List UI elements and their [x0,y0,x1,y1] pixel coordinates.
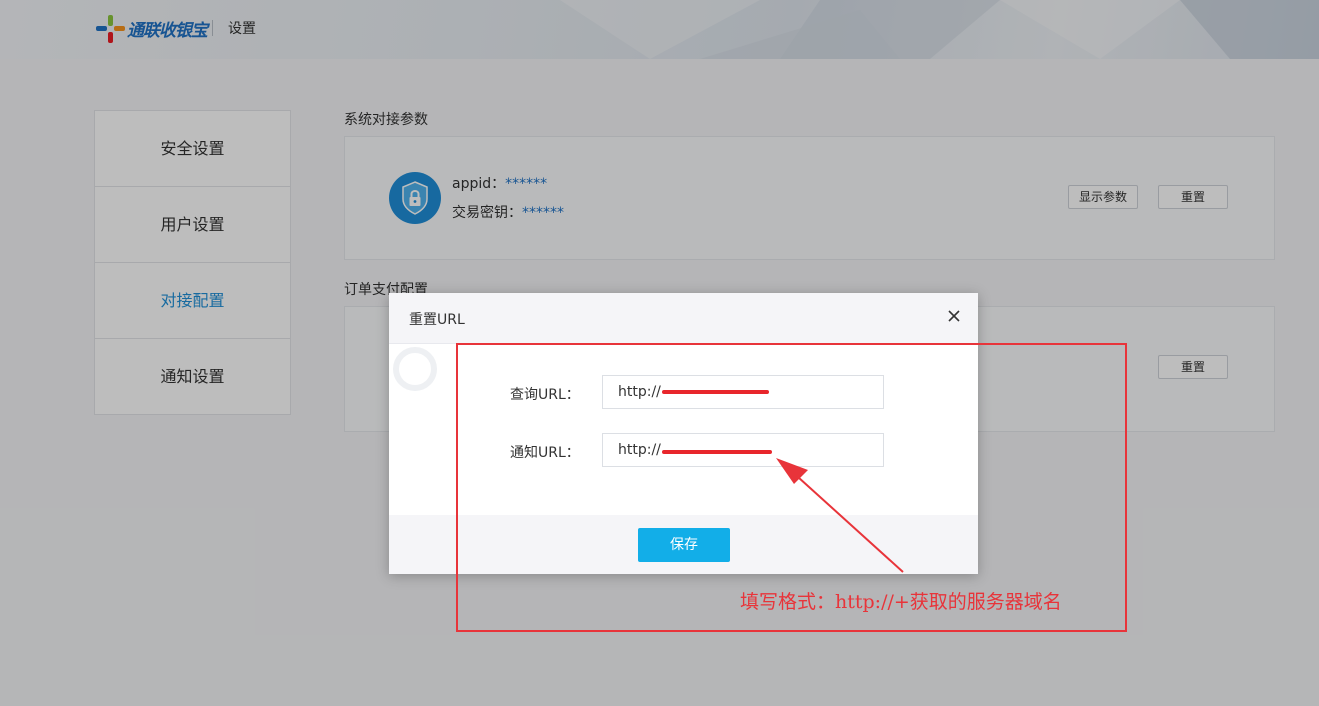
annotation-text: 填写格式：http://+获取的服务器域名 [740,591,1062,613]
annotation-arrow-icon [776,458,904,573]
